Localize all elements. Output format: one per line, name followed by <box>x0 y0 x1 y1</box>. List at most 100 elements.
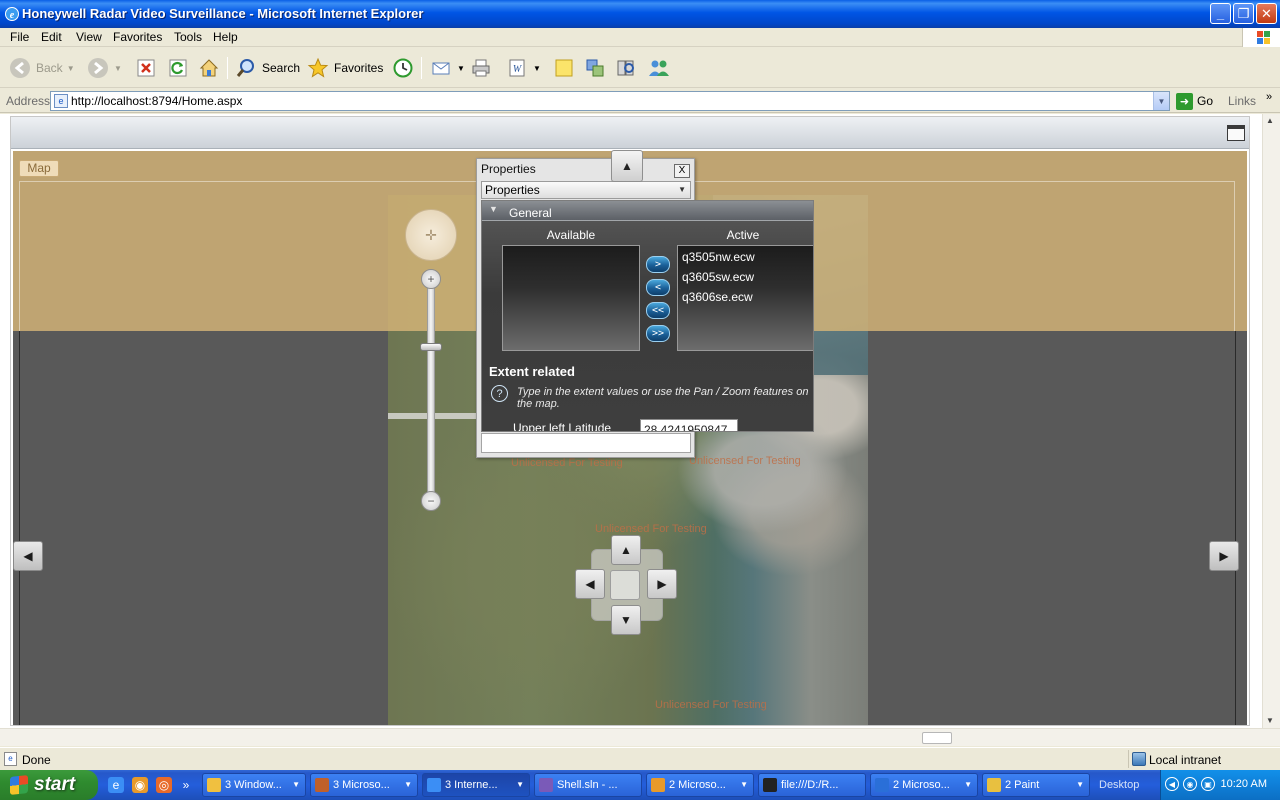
back-arrow-icon <box>8 56 32 80</box>
print-button[interactable] <box>469 56 493 80</box>
taskbar-button[interactable]: 3 Microso... ▼ <box>310 773 418 797</box>
contacts-button[interactable] <box>647 56 671 80</box>
search-label: Search <box>262 61 301 75</box>
zoom-slider-thumb[interactable] <box>420 343 442 351</box>
start-button[interactable]: start <box>0 770 98 800</box>
general-section-header[interactable]: ▼ General <box>482 201 813 221</box>
status-text: Done <box>22 753 51 767</box>
messenger-button[interactable] <box>583 56 607 80</box>
favorites-button[interactable]: Favorites <box>306 56 383 80</box>
links-chevron-icon[interactable]: » <box>1266 91 1272 103</box>
windows-flag-icon <box>10 775 28 795</box>
move-right-button[interactable]: > <box>646 256 670 273</box>
menu-file[interactable]: File <box>10 30 29 44</box>
zone-label: Local intranet <box>1149 753 1222 767</box>
taskbar-button[interactable]: Shell.sln - ... <box>534 773 642 797</box>
mail-dropdown-icon[interactable]: ▼ <box>457 64 465 73</box>
active-list[interactable]: q3505nw.ecw q3605sw.ecw q3606se.ecw <box>677 245 813 351</box>
zoom-slider-track[interactable] <box>427 277 435 507</box>
menu-favorites[interactable]: Favorites <box>113 30 162 44</box>
address-dropdown-icon[interactable]: ▼ <box>1153 92 1169 110</box>
stop-button[interactable] <box>134 56 158 80</box>
pan-down-button[interactable]: ▼ <box>611 605 641 635</box>
back-dropdown-icon[interactable]: ▼ <box>67 64 75 73</box>
network-icon[interactable]: ▣ <box>1201 777 1215 791</box>
forward-button[interactable]: ▼ <box>86 56 122 80</box>
desktop-toolbar-label[interactable]: Desktop <box>1099 779 1139 791</box>
menu-tools[interactable]: Tools <box>174 30 202 44</box>
pan-control[interactable]: ✛ <box>405 209 457 261</box>
taskbar-button[interactable]: 3 Window... ▼ <box>202 773 306 797</box>
minimize-button[interactable]: _ <box>1210 3 1231 24</box>
available-list[interactable] <box>502 245 640 351</box>
tray-app-icon[interactable]: ◉ <box>1183 777 1197 791</box>
refresh-button[interactable] <box>166 56 190 80</box>
properties-dropdown[interactable]: Properties ▼ <box>481 181 691 199</box>
office-icon <box>875 778 889 792</box>
note-button[interactable] <box>552 56 576 80</box>
watermark-label: Unlicensed For Testing <box>655 699 767 711</box>
ie-quicklaunch-icon[interactable]: e <box>108 777 124 793</box>
address-input[interactable] <box>71 93 1141 109</box>
tab-map[interactable]: Map <box>19 160 59 177</box>
edit-word-button[interactable]: W ▼ <box>505 56 541 80</box>
active-header: Active <box>726 228 760 242</box>
menu-help[interactable]: Help <box>213 30 238 44</box>
mail-button[interactable]: ▼ <box>429 56 465 80</box>
home-button[interactable] <box>197 56 221 80</box>
maximize-panel-icon[interactable] <box>1227 125 1245 141</box>
research-icon <box>614 56 638 80</box>
watermark-label: Unlicensed For Testing <box>595 523 707 535</box>
search-button[interactable]: Search <box>234 56 300 80</box>
zoom-out-button[interactable]: − <box>421 491 441 511</box>
word-icon: W <box>505 56 529 80</box>
list-item[interactable]: q3505nw.ecw <box>682 250 755 264</box>
maximize-button[interactable]: ❐ <box>1233 3 1254 24</box>
forward-dropdown-icon[interactable]: ▼ <box>114 64 122 73</box>
taskbar-button[interactable]: 3 Interne... ▼ <box>422 773 530 797</box>
menu-edit[interactable]: Edit <box>41 30 62 44</box>
scroll-down-icon[interactable]: ▼ <box>1266 716 1274 725</box>
app-quicklaunch-icon[interactable]: ◉ <box>132 777 148 793</box>
history-button[interactable] <box>391 56 415 80</box>
pan-left-button[interactable]: ◀ <box>575 569 605 599</box>
vertical-scrollbar[interactable]: ▲ ▼ <box>1262 114 1280 728</box>
go-button[interactable]: ➜ Go <box>1176 92 1213 110</box>
general-section-title: General <box>509 206 552 220</box>
research-button[interactable] <box>614 56 638 80</box>
pan-up-button[interactable]: ▲ <box>611 535 641 565</box>
zoom-in-button[interactable]: + <box>421 269 441 289</box>
properties-close-button[interactable]: X <box>674 164 690 178</box>
edit-dropdown-icon[interactable]: ▼ <box>533 64 541 73</box>
list-item[interactable]: q3606se.ecw <box>682 290 753 304</box>
ie-icon <box>427 778 441 792</box>
taskbar-button[interactable]: 2 Microso... ▼ <box>870 773 978 797</box>
pan-left-side-button[interactable]: ◀ <box>13 541 43 571</box>
collapse-properties-button[interactable]: ▲ <box>611 150 643 182</box>
close-button[interactable]: ✕ <box>1256 3 1277 24</box>
quicklaunch-more-icon[interactable]: » <box>178 777 194 793</box>
back-button[interactable]: Back ▼ <box>8 56 75 80</box>
scroll-up-icon[interactable]: ▲ <box>1266 116 1274 125</box>
taskbar-button[interactable]: 2 Microso... ▼ <box>646 773 754 797</box>
move-all-right-button[interactable]: >> <box>646 325 670 342</box>
page-status-icon: e <box>4 752 17 766</box>
pan-center-button[interactable] <box>610 570 640 600</box>
horizontal-scrollbar[interactable] <box>0 728 1280 746</box>
move-left-button[interactable]: < <box>646 279 670 296</box>
firefox-quicklaunch-icon[interactable]: ◎ <box>156 777 172 793</box>
tray-expand-icon[interactable]: ◀ <box>1165 777 1179 791</box>
printer-icon <box>469 56 493 80</box>
move-all-left-button[interactable]: << <box>646 302 670 319</box>
links-label[interactable]: Links <box>1228 94 1256 108</box>
windows-logo <box>1242 28 1280 47</box>
horizontal-scroll-thumb[interactable] <box>922 732 952 744</box>
list-item[interactable]: q3605sw.ecw <box>682 270 754 284</box>
upper-left-latitude-input[interactable]: 28.4241950847 <box>640 419 738 431</box>
pan-right-side-button[interactable]: ▶ <box>1209 541 1239 571</box>
taskbar-button[interactable]: file:///D:/R... <box>758 773 866 797</box>
taskbar-button[interactable]: 2 Paint ▼ <box>982 773 1090 797</box>
pan-right-button[interactable]: ▶ <box>647 569 677 599</box>
security-zone: Local intranet <box>1128 750 1280 768</box>
menu-view[interactable]: View <box>76 30 102 44</box>
